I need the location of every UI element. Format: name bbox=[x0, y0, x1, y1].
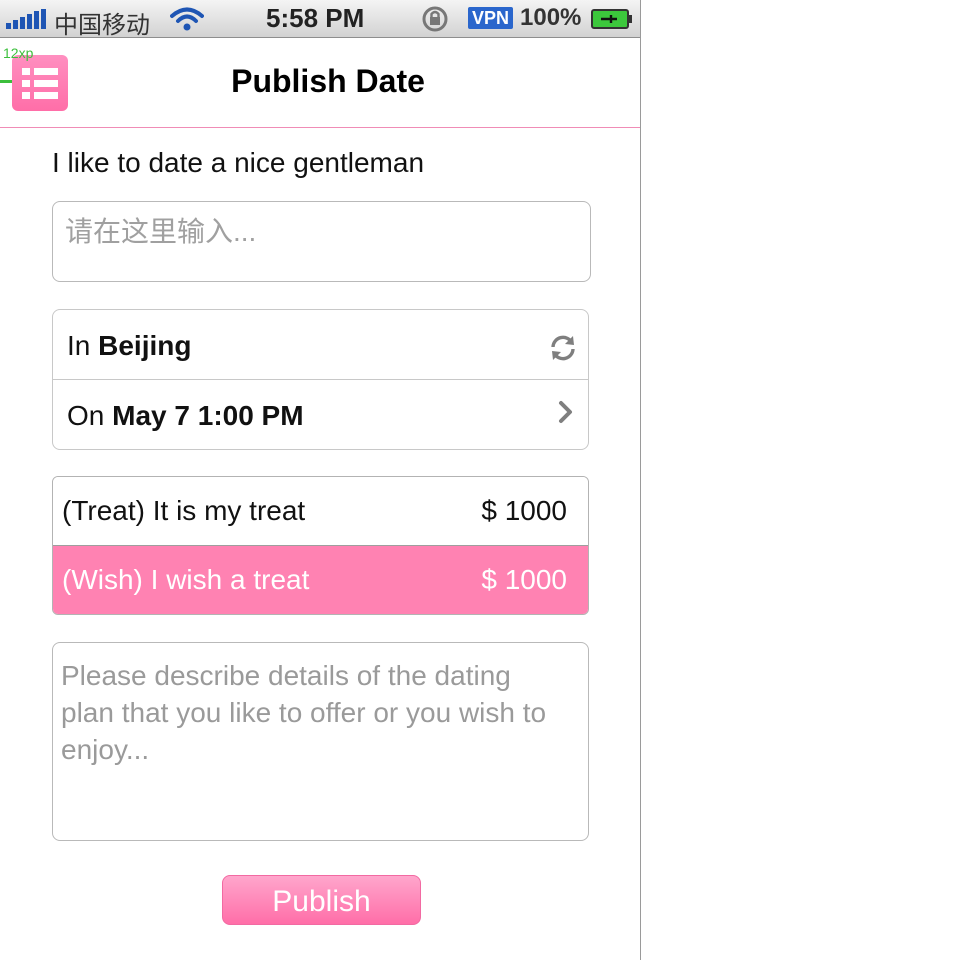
menu-button[interactable] bbox=[12, 55, 68, 111]
option-wish[interactable]: (Wish) I wish a treat $ 1000 bbox=[53, 546, 588, 614]
phone-screen: 中国移动 5:58 PM VPN 100% Publish Date 12xp … bbox=[0, 0, 640, 960]
treat-options-group: (Treat) It is my treat $ 1000 (Wish) I w… bbox=[52, 476, 589, 615]
location-time-group: In Beijing On May 7 1:00 PM bbox=[52, 309, 589, 450]
time-value: May 7 1:00 PM bbox=[112, 400, 304, 431]
screen-edge-divider bbox=[640, 0, 641, 960]
option-wish-amount: $ 1000 bbox=[481, 564, 567, 595]
clock-time: 5:58 PM bbox=[266, 3, 365, 33]
location-value: Beijing bbox=[98, 330, 192, 361]
option-treat-label: (Treat) It is my treat bbox=[62, 495, 306, 526]
page-title: Publish Date bbox=[231, 63, 425, 99]
vpn-badge: VPN bbox=[468, 7, 514, 29]
intro-input[interactable]: 请在这里输入... bbox=[52, 201, 591, 282]
location-row[interactable]: In Beijing bbox=[53, 310, 588, 380]
battery-charging-icon bbox=[591, 9, 632, 29]
time-row[interactable]: On May 7 1:00 PM bbox=[53, 380, 588, 449]
debug-marker-line bbox=[0, 80, 12, 83]
navigation-bar: Publish Date 12xp bbox=[0, 38, 640, 128]
wifi-icon bbox=[170, 7, 204, 31]
carrier-name: 中国移动 bbox=[54, 12, 150, 39]
battery-percentage: 100% bbox=[520, 4, 582, 31]
rotation-lock-icon bbox=[422, 6, 448, 32]
publish-button[interactable]: Publish bbox=[222, 875, 421, 925]
intro-text: I like to date a nice gentleman bbox=[52, 147, 425, 178]
details-textarea[interactable]: Please describe details of the dating pl… bbox=[52, 642, 589, 841]
debug-marker-label: 12xp bbox=[3, 45, 34, 61]
intro-input-placeholder: 请在这里输入... bbox=[65, 216, 257, 247]
chevron-right-icon bbox=[559, 401, 572, 423]
location-prefix: In bbox=[67, 330, 91, 361]
refresh-icon[interactable] bbox=[548, 334, 578, 362]
time-prefix: On bbox=[67, 400, 105, 431]
status-bar: 中国移动 5:58 PM VPN 100% bbox=[0, 0, 640, 39]
option-treat[interactable]: (Treat) It is my treat $ 1000 bbox=[53, 477, 588, 546]
details-placeholder: Please describe details of the dating pl… bbox=[61, 660, 547, 765]
option-wish-label: (Wish) I wish a treat bbox=[62, 564, 310, 595]
option-treat-amount: $ 1000 bbox=[481, 495, 567, 526]
